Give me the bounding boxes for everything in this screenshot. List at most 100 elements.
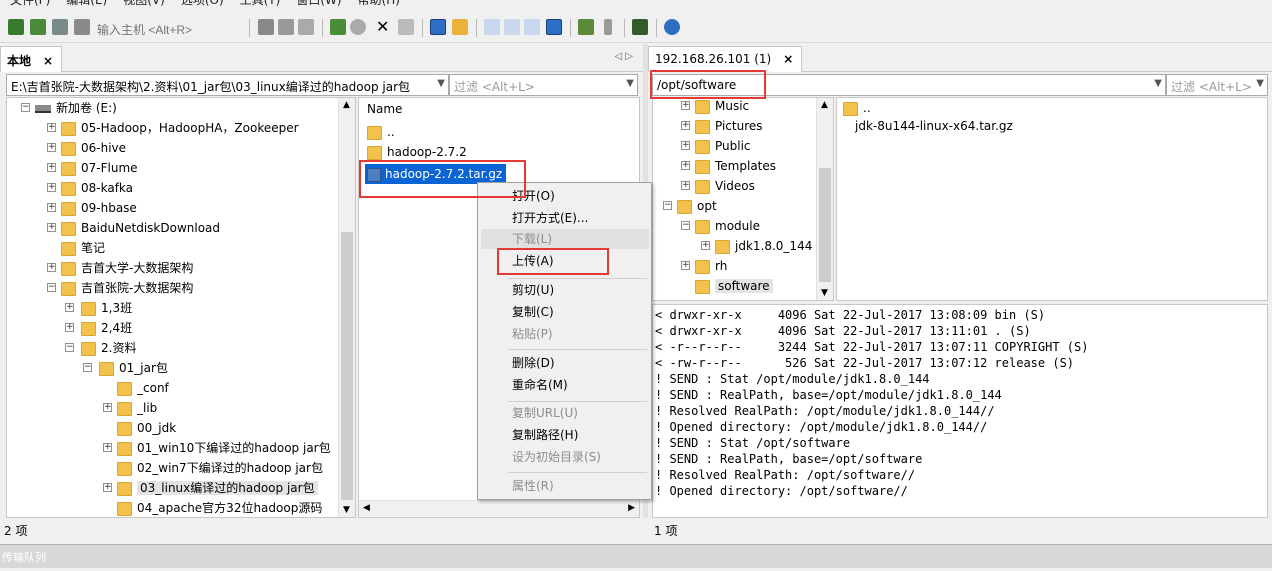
remote-tree-scrollbar[interactable]: ▲ ▼ [816,98,833,300]
local-folder-tree[interactable]: − 新加卷 (E:) +05-Hadoop，HadoopHA，Zookeeper +0… [6,97,356,518]
refresh-icon[interactable] [330,19,346,35]
menu-item-open[interactable]: 打开(O) [512,186,555,206]
tree-item[interactable]: +07-Flume [47,158,138,178]
scroll-up-icon[interactable]: ▲ [821,100,828,110]
properties-icon[interactable] [398,19,414,35]
new-connection-icon[interactable] [8,19,24,35]
tree-item[interactable]: _conf [117,378,169,398]
tree-item[interactable]: − module [681,216,760,236]
file-row-parent[interactable]: .. [367,122,395,142]
tree-item[interactable]: +2,4班 [65,318,132,338]
host-input[interactable] [97,21,247,39]
tree-item[interactable]: + Public [681,136,751,156]
menu-item-open-with[interactable]: 打开方式(E)... [512,208,588,228]
menu-window[interactable]: 窗口(W) [296,0,341,9]
expand-icon[interactable]: + [47,183,56,192]
nav-arrows[interactable]: ◁ ▷ [614,51,633,62]
remote-path-combo[interactable]: /opt/software ▼ [652,74,1166,96]
quick-connect-icon[interactable] [30,19,46,35]
view-list-icon[interactable] [504,19,520,35]
local-file-hscroll[interactable]: ◀ ▶ [359,500,639,517]
pin-icon[interactable] [604,19,612,35]
file-row[interactable]: jdk-8u144-linux-x64.tar.gz [855,116,1013,136]
reconnect-icon[interactable] [52,19,68,35]
expand-icon[interactable]: + [681,121,690,130]
chevron-down-icon[interactable]: ▼ [437,78,445,89]
collapse-icon[interactable]: − [681,221,690,230]
tree-item[interactable]: 04_apache官方32位hadoop源码 [117,498,322,517]
tree-item[interactable]: 笔记 [61,238,105,258]
expand-icon[interactable]: + [681,161,690,170]
tree-item[interactable]: − opt [663,196,717,216]
transfer-settings-icon[interactable] [578,19,594,35]
copy-icon[interactable] [278,19,294,35]
tree-item[interactable]: +05-Hadoop，HadoopHA，Zookeeper [47,118,299,138]
scroll-left-icon[interactable]: ◀ [363,503,370,513]
tree-item[interactable]: + Music [681,98,749,116]
remote-log[interactable]: < drwxr-xr-x 4096 Sat 22-Jul-2017 13:08:… [652,304,1268,518]
menu-item-copy-path[interactable]: 复制路径(H) [512,425,578,445]
transfer-queue-bar[interactable]: 传输队列 [0,544,1272,568]
collapse-icon[interactable]: − [663,201,672,210]
remote-file-list[interactable]: .. jdk-8u144-linux-x64.tar.gz [836,97,1268,301]
menu-view[interactable]: 视图(V) [123,0,165,9]
tree-item[interactable]: + 吉首大学-大数据架构 [47,258,193,278]
tree-item[interactable]: +09-hbase [47,198,137,218]
menu-options[interactable]: 选项(O) [181,0,224,9]
remote-folder-tree[interactable]: + Music + Pictures + Public + Templates + Videos −… [652,97,834,301]
file-row[interactable]: hadoop-2.7.2 [367,142,467,162]
expand-icon[interactable]: + [47,263,56,272]
view-report-icon[interactable] [546,19,562,35]
menu-item-cut[interactable]: 剪切(U) [512,280,554,300]
stop-icon[interactable] [350,19,366,35]
tab-remote[interactable]: 192.168.26.101 (1) × [648,46,803,72]
tree-item[interactable]: software [695,276,773,296]
tree-item[interactable]: +03_linux编译过的hadoop jar包 [103,478,318,498]
chevron-down-icon[interactable]: ▼ [626,78,634,89]
paste-icon[interactable] [298,19,314,35]
expand-icon[interactable]: + [47,223,56,232]
panel-layout-icon[interactable] [430,19,446,35]
tree-item[interactable]: + Pictures [681,116,763,136]
expand-icon[interactable]: + [47,123,56,132]
menu-item-properties[interactable]: 属性(R) [512,476,554,496]
view-details-icon[interactable] [524,19,540,35]
menu-item-rename[interactable]: 重命名(M) [512,375,568,395]
new-folder-icon[interactable] [452,19,468,35]
expand-icon[interactable]: + [681,181,690,190]
expand-icon[interactable]: + [65,303,74,312]
tree-item[interactable]: + jdk1.8.0_144 [701,236,812,256]
tree-item[interactable]: − 新加卷 (E:) [21,98,117,118]
close-icon[interactable]: × [783,52,793,66]
scroll-down-icon[interactable]: ▼ [821,288,828,298]
menu-item-copy-url[interactable]: 复制URL(U) [512,403,578,423]
expand-icon[interactable]: + [681,141,690,150]
close-icon[interactable]: × [43,54,53,68]
tree-item[interactable]: + Videos [681,176,755,196]
menu-item-download[interactable]: 下载(L) [512,229,552,249]
tree-item[interactable]: − 2.资料 [65,338,136,358]
menu-help[interactable]: 帮助(H) [358,0,400,9]
tree-item[interactable]: − 01_jar包 [83,358,168,378]
local-path-combo[interactable]: E:\吉首张院-大数据架构\2.资料\01_jar包\03_linux编译过的h… [6,74,449,96]
menu-item-paste[interactable]: 粘贴(P) [512,324,553,344]
menu-edit[interactable]: 编辑(E) [66,0,107,9]
expand-icon[interactable]: + [65,323,74,332]
remote-filter-input[interactable]: 过滤 <Alt+L> ▼ [1166,74,1268,96]
tree-item[interactable]: + rh [681,256,727,276]
tree-item[interactable]: +1,3班 [65,298,132,318]
help-icon[interactable] [664,19,680,35]
disconnect-icon[interactable] [74,19,90,35]
tree-item[interactable]: + BaiduNetdiskDownload [47,218,220,238]
local-tree-scrollbar[interactable]: ▲ ▼ [338,98,355,517]
tree-item[interactable]: − 吉首张院-大数据架构 [47,278,193,298]
view-small-icons-icon[interactable] [484,19,500,35]
menu-item-upload[interactable]: 上传(A) [512,251,554,271]
collapse-icon[interactable]: − [47,283,56,292]
column-header-name[interactable]: Name [367,102,402,116]
scrollbar-thumb[interactable] [341,232,353,500]
expand-icon[interactable]: + [681,261,690,270]
expand-icon[interactable]: + [103,483,112,492]
scroll-down-icon[interactable]: ▼ [343,505,350,515]
expand-icon[interactable]: + [47,143,56,152]
